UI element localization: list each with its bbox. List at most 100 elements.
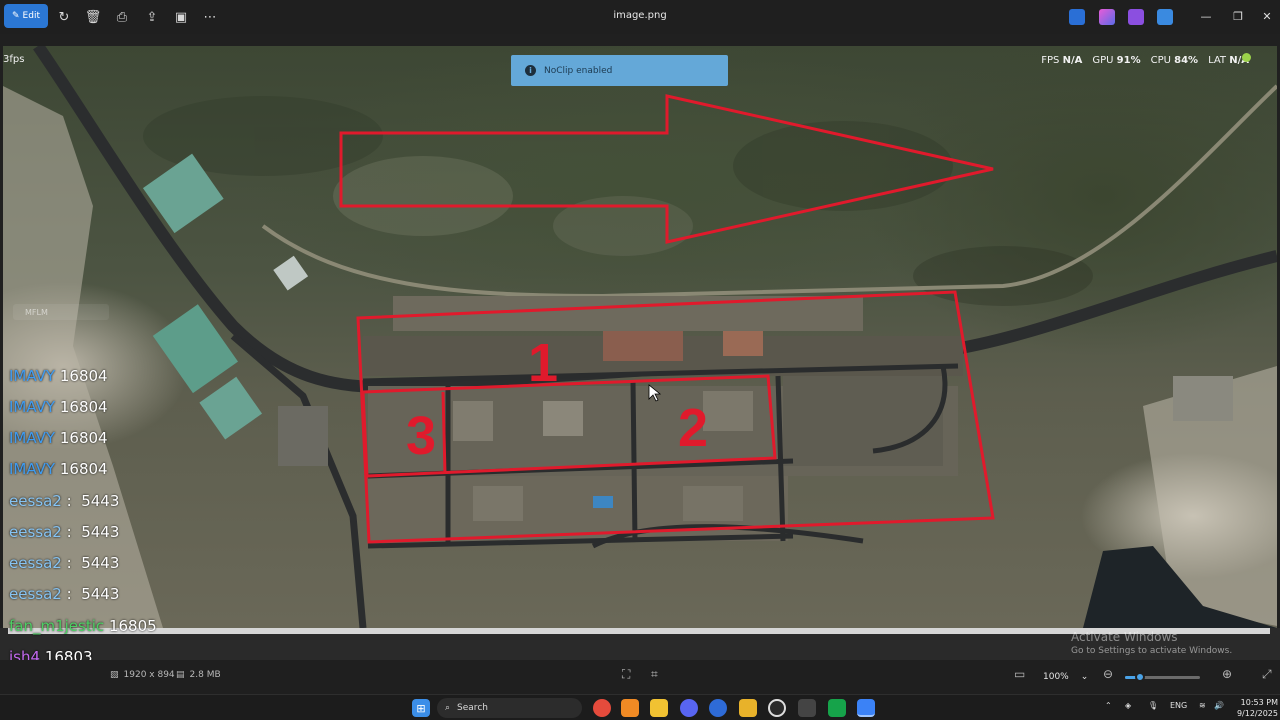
- map-image: 1 2 3: [3, 46, 1277, 628]
- expand-icon: ⤢: [1262, 667, 1272, 681]
- chat-value: 5443: [81, 523, 120, 541]
- focus-icon: ⌗: [651, 667, 658, 681]
- chat-value: 16804: [59, 398, 108, 416]
- chat-value: 16804: [59, 367, 108, 385]
- fps-stat: FPS N/A: [1041, 55, 1083, 66]
- zoom-in-button[interactable]: ⊕: [1222, 667, 1232, 681]
- chat-separator: :: [61, 585, 77, 603]
- designer-icon[interactable]: [1099, 9, 1115, 25]
- photos-icon[interactable]: [857, 699, 875, 717]
- info-icon: i: [525, 65, 536, 76]
- zoom-slider[interactable]: [1125, 672, 1200, 682]
- zone-label-1: 1: [528, 333, 558, 393]
- print-button[interactable]: ⎙: [111, 6, 133, 28]
- clipchamp-icon[interactable]: [1128, 9, 1144, 25]
- minimize-icon: —: [1200, 9, 1212, 23]
- toast-message: NoClip enabled: [544, 65, 613, 76]
- chat-message: IMAVY 16804: [9, 460, 108, 478]
- view-mode-button[interactable]: ▭: [1014, 667, 1025, 681]
- greenhouses: [142, 153, 309, 440]
- minimize-button[interactable]: —: [1191, 5, 1221, 27]
- browser-icon[interactable]: [709, 699, 727, 717]
- game-launcher-icon[interactable]: [828, 699, 846, 717]
- microphone-icon[interactable]: 🎙: [1148, 701, 1158, 710]
- watermark-mflm: MFLM: [13, 304, 109, 320]
- delete-button[interactable]: 🗑: [82, 6, 104, 28]
- chevron-down-icon: ⌄: [1080, 672, 1089, 682]
- vpn-icon[interactable]: [739, 699, 757, 717]
- tray-app-icon[interactable]: ◈: [1125, 701, 1131, 710]
- chat-username: eessa2: [9, 554, 62, 572]
- dimensions-icon: ▧: [110, 670, 119, 680]
- more-button[interactable]: ⋯: [199, 6, 221, 28]
- close-button[interactable]: ✕: [1252, 5, 1280, 27]
- gpu-stat: GPU 91%: [1092, 55, 1141, 66]
- shoreline: [3, 86, 163, 628]
- rotate-button[interactable]: ↻: [53, 6, 75, 28]
- filesize-icon: ▤: [176, 670, 185, 680]
- app-icon[interactable]: [768, 699, 786, 717]
- zoom-in-icon: ⊕: [1222, 667, 1233, 681]
- search-icon: ⌕: [445, 703, 451, 713]
- slideshow-icon: ▣: [174, 9, 188, 25]
- slideshow-button[interactable]: ▣: [170, 6, 192, 28]
- zoom-out-button[interactable]: ⊖: [1103, 667, 1113, 681]
- chat-username: IMAVY: [9, 367, 56, 385]
- chat-value: 5443: [81, 554, 120, 572]
- system-clock[interactable]: 10:53 PM 9/12/2025: [1232, 697, 1278, 719]
- activate-windows-subtitle: Go to Settings to activate Windows.: [1071, 646, 1233, 656]
- image-viewer[interactable]: 1 2 3 3fps FPS N/A GPU 91% CPU 84% LAT N…: [3, 46, 1277, 628]
- fps-counter-left: 3fps: [3, 54, 25, 65]
- zoom-slider-thumb[interactable]: [1135, 672, 1145, 682]
- clock-date: 9/12/2025: [1236, 709, 1278, 718]
- chat-value: 16804: [59, 429, 108, 447]
- chrome-icon[interactable]: [593, 699, 611, 717]
- share-icon: ⇪: [146, 9, 158, 25]
- chat-message: eessa2 : 5443: [9, 492, 119, 510]
- chat-message: IMAVY 16804: [9, 429, 108, 447]
- fit-icon: ⛶: [622, 667, 631, 681]
- chat-separator: :: [61, 554, 77, 572]
- steam-icon[interactable]: [798, 699, 816, 717]
- volume-icon[interactable]: 🔊: [1214, 701, 1224, 710]
- restore-icon: ❐: [1233, 9, 1243, 23]
- file-explorer-icon[interactable]: [650, 699, 668, 717]
- chat-message: eessa2 : 5443: [9, 523, 119, 541]
- maximize-button[interactable]: ❐: [1223, 5, 1253, 27]
- tray-overflow-icon[interactable]: ⌃: [1105, 701, 1112, 710]
- image-dimensions: ▧ 1920 x 894: [110, 670, 175, 680]
- screen-icon: ▭: [1014, 667, 1026, 681]
- photos-app-window: ✎ Edit ↻ 🗑 ⎙ ⇪ ▣ ⋯ image.png — ❐ ✕ 1 2 3…: [0, 0, 1280, 720]
- rotate-icon: ↻: [58, 9, 70, 25]
- more-icon: ⋯: [203, 9, 217, 25]
- start-button[interactable]: ⊞: [412, 699, 430, 717]
- zone-label-3: 3: [406, 406, 436, 466]
- performance-overlay: FPS N/A GPU 91% CPU 84% LAT N/A: [1041, 55, 1249, 66]
- clock-time: 10:53 PM: [1240, 698, 1278, 707]
- chat-value: 16804: [59, 460, 108, 478]
- copilot-icon[interactable]: [1069, 9, 1085, 25]
- brave-icon[interactable]: [621, 699, 639, 717]
- taskbar-search[interactable]: ⌕ Search: [437, 698, 582, 718]
- zoom-select[interactable]: 100% ⌄: [1037, 667, 1091, 687]
- chat-separator: :: [61, 492, 77, 510]
- status-dot: [1242, 53, 1251, 62]
- wifi-icon[interactable]: ≋: [1199, 701, 1206, 710]
- window-title: image.png: [613, 10, 667, 21]
- actual-size-button[interactable]: ⌗: [651, 667, 658, 682]
- chat-username: eessa2: [9, 523, 62, 541]
- windows-logo-icon: ⊞: [416, 701, 426, 715]
- search-placeholder: Search: [457, 703, 488, 713]
- fit-to-window-button[interactable]: ⛶: [622, 667, 630, 682]
- fullscreen-button[interactable]: ⤢: [1262, 667, 1272, 682]
- chat-message: IMAVY 16804: [9, 367, 108, 385]
- share-button[interactable]: ⇪: [141, 6, 163, 28]
- edit-button[interactable]: ✎ Edit: [4, 4, 48, 28]
- discord-icon[interactable]: [680, 699, 698, 717]
- chat-message: fan_m1jestic 16805: [9, 617, 157, 635]
- chat-username: eessa2: [9, 585, 62, 603]
- onedrive-icon[interactable]: [1157, 9, 1173, 25]
- activate-windows-title: Activate Windows: [1071, 630, 1178, 644]
- language-indicator[interactable]: ENG: [1170, 701, 1187, 710]
- cpu-stat: CPU 84%: [1150, 55, 1199, 66]
